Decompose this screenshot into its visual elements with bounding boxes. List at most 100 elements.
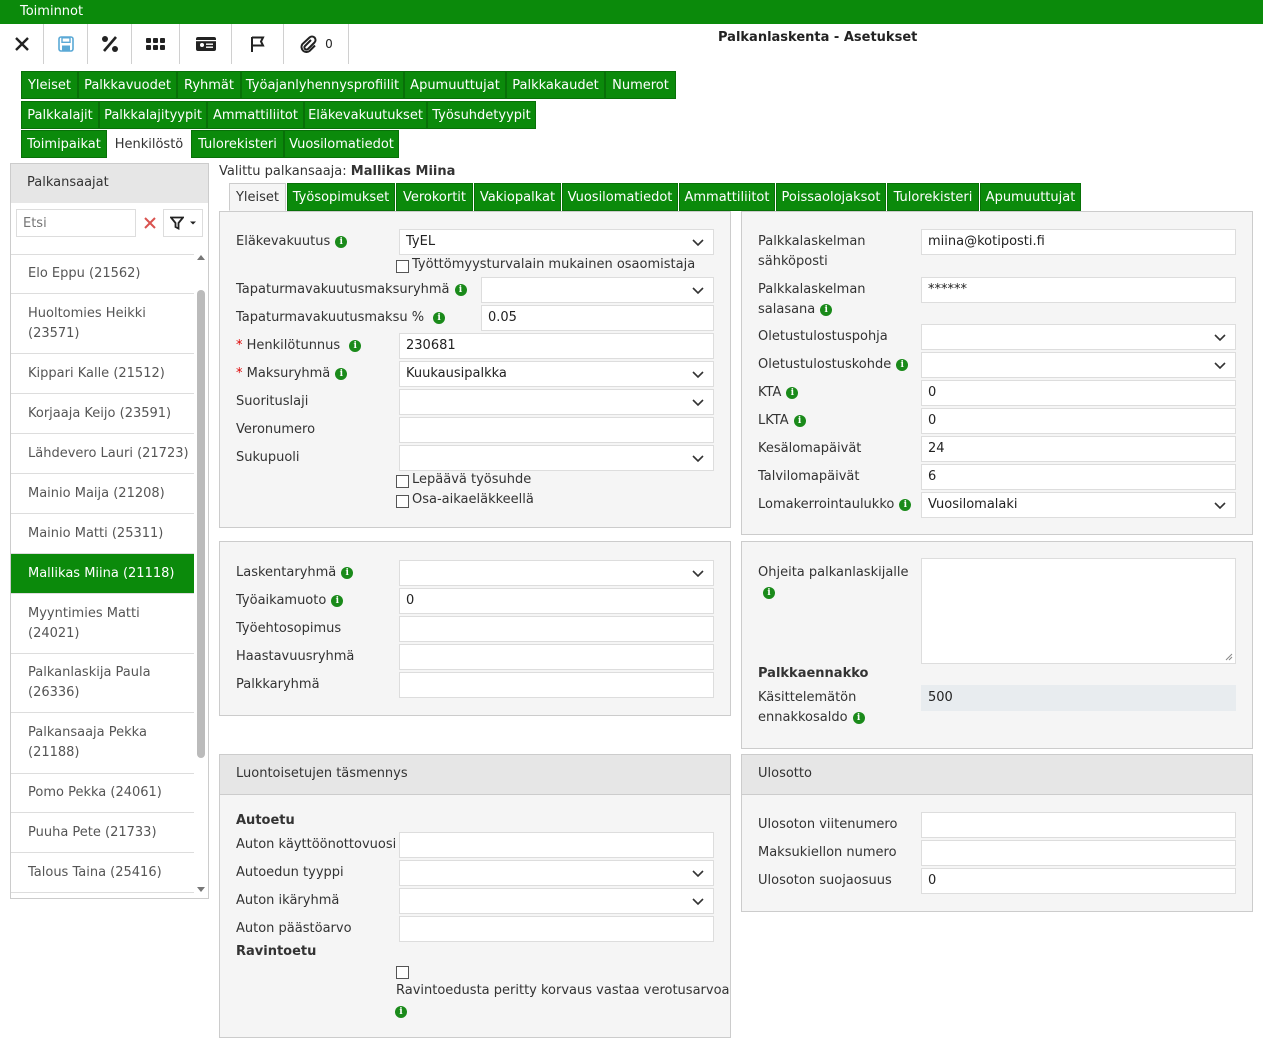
list-item[interactable]: Puuha Pete (21733) — [11, 813, 194, 853]
attachment-button[interactable]: 0 — [284, 24, 349, 64]
list-scrollbar[interactable] — [195, 254, 207, 894]
list-item[interactable]: Korjaaja Keijo (23591) — [11, 394, 194, 434]
tab-toimipaikat[interactable]: Toimipaikat — [21, 130, 107, 158]
tab-tyosuhdetyypit[interactable]: Työsuhdetyypit — [427, 101, 536, 129]
list-item[interactable]: Mainio Maija (21208) — [11, 474, 194, 514]
info-icon[interactable]: i — [335, 367, 348, 380]
subtab-yleiset[interactable]: Yleiset — [229, 183, 286, 211]
tab-elakevakuutukset[interactable]: Eläkevakuutukset — [304, 101, 427, 129]
maksuryhma-select[interactable]: Kuukausipalkka — [399, 361, 714, 387]
list-item-selected[interactable]: Mallikas Miina (21118) — [11, 554, 194, 594]
ika-select[interactable] — [399, 888, 714, 914]
list-item[interactable]: Pomo Pekka (24061) — [11, 774, 194, 813]
laskenta-select[interactable] — [399, 560, 714, 586]
tab-apumuuttujat[interactable]: Apumuuttujat — [404, 71, 506, 99]
subtab-vakiopalkat[interactable]: Vakiopalkat — [474, 183, 561, 211]
close-button[interactable] — [0, 24, 44, 64]
lkta-input[interactable]: 0 — [921, 408, 1236, 434]
scroll-thumb[interactable] — [197, 290, 205, 758]
tab-palkkalajityypit[interactable]: Palkkalajityypit — [99, 101, 207, 129]
hetu-input[interactable]: 230681 — [399, 333, 714, 359]
kohde-select[interactable] — [921, 352, 1236, 378]
list-item[interactable]: Elo Eppu (21562) — [11, 255, 194, 294]
palkka-input[interactable] — [399, 672, 714, 698]
subtab-vuosilomatiedot[interactable]: Vuosilomatiedot — [562, 183, 678, 211]
tab-numerot[interactable]: Numerot — [605, 71, 676, 99]
kielto-input[interactable] — [921, 840, 1236, 866]
scroll-up-icon[interactable] — [196, 254, 206, 261]
subtab-verokortit[interactable]: Verokortit — [396, 183, 473, 211]
filter-button[interactable] — [163, 209, 203, 237]
paasto-input[interactable] — [399, 916, 714, 942]
tab-ammattiliitot[interactable]: Ammattiliitot — [207, 101, 304, 129]
info-icon[interactable]: i — [763, 586, 775, 599]
resize-handle-icon[interactable] — [1225, 653, 1233, 661]
talvi-input[interactable]: 6 — [921, 464, 1236, 490]
tab-palkkakaudet[interactable]: Palkkakaudet — [506, 71, 605, 99]
subtab-tulorekisteri[interactable]: Tulorekisteri — [887, 183, 979, 211]
subtab-poissaolojaksot[interactable]: Poissaolojaksot — [776, 183, 886, 211]
tab-palkkavuodet[interactable]: Palkkavuodet — [78, 71, 177, 99]
tyyppi-select[interactable] — [399, 860, 714, 886]
tab-ryhmat[interactable]: Ryhmät — [177, 71, 241, 99]
pohja-select[interactable] — [921, 324, 1236, 350]
kta-input[interactable]: 0 — [921, 380, 1236, 406]
ohjeita-textarea[interactable] — [921, 558, 1236, 664]
tyottomyys-checkbox[interactable] — [396, 260, 409, 273]
list-item[interactable]: Lähdevero Lauri (21723) — [11, 434, 194, 474]
info-icon[interactable]: i — [341, 566, 354, 579]
tab-tulorekisteri[interactable]: Tulorekisteri — [191, 130, 284, 158]
info-icon[interactable]: i — [786, 386, 799, 399]
subtab-apumuuttujat[interactable]: Apumuuttujat — [980, 183, 1081, 211]
tab-yleiset[interactable]: Yleiset — [21, 71, 78, 99]
elakevakuutus-select[interactable]: TyEL — [399, 229, 714, 255]
password-input[interactable]: ****** — [921, 277, 1236, 303]
list-item[interactable]: Myyntimies Matti (24021) — [11, 594, 194, 654]
scroll-down-icon[interactable] — [196, 886, 206, 893]
tapaturmaryhma-select[interactable] — [481, 277, 714, 303]
kesa-input[interactable]: 24 — [921, 436, 1236, 462]
vuosi-input[interactable] — [399, 832, 714, 858]
list-item[interactable]: Palkansaaja Pekka (21188) — [11, 713, 194, 774]
save-button[interactable] — [44, 24, 88, 64]
list-item[interactable]: Talous Taina (25416) — [11, 853, 194, 893]
flag-button[interactable] — [232, 24, 284, 64]
info-icon[interactable]: i — [433, 311, 446, 324]
menu-toiminnot[interactable]: Toiminnot — [20, 4, 83, 19]
list-item[interactable]: Huoltomies Heikki (23571) — [11, 294, 194, 354]
search-input[interactable] — [16, 209, 136, 237]
sukupuoli-select[interactable] — [399, 445, 714, 471]
tapaturmamaksu-input[interactable]: 0.05 — [481, 305, 714, 331]
veronumero-input[interactable] — [399, 417, 714, 443]
apps-button[interactable] — [132, 24, 180, 64]
clear-search-button[interactable] — [138, 209, 162, 237]
info-icon[interactable]: i — [395, 1006, 407, 1018]
percent-button[interactable] — [88, 24, 132, 64]
tes-input[interactable] — [399, 616, 714, 642]
tab-tyoajanlyhennysprofiilit[interactable]: Työajanlyhennysprofiilit — [241, 71, 404, 99]
tab-palkkalajit[interactable]: Palkkalajit — [21, 101, 99, 129]
haasta-input[interactable] — [399, 644, 714, 670]
email-input[interactable]: miina@kotiposti.fi — [921, 229, 1236, 255]
lepaava-checkbox[interactable] — [396, 475, 409, 488]
suorituslaji-select[interactable] — [399, 389, 714, 415]
info-icon[interactable]: i — [820, 303, 833, 316]
list-item[interactable]: Mainio Matti (25311) — [11, 514, 194, 554]
tab-vuosilomatiedot[interactable]: Vuosilomatiedot — [284, 130, 399, 158]
info-icon[interactable]: i — [335, 235, 348, 248]
osaaika-checkbox[interactable] — [396, 495, 409, 508]
tab-henkilosto[interactable]: Henkilöstö — [107, 130, 191, 158]
tyoaika-input[interactable]: 0 — [399, 588, 714, 614]
menubar[interactable]: Toiminnot — [0, 0, 1263, 24]
info-icon[interactable]: i — [899, 498, 912, 511]
info-icon[interactable]: i — [349, 339, 362, 352]
info-icon[interactable]: i — [896, 358, 909, 371]
info-icon[interactable]: i — [331, 594, 344, 607]
id-card-button[interactable] — [180, 24, 232, 64]
subtab-ammattiliitot[interactable]: Ammattiliitot — [679, 183, 775, 211]
info-icon[interactable]: i — [852, 711, 865, 724]
subtab-tyosopimukset[interactable]: Työsopimukset — [287, 183, 395, 211]
list-item[interactable]: Kippari Kalle (21512) — [11, 354, 194, 394]
viite-input[interactable] — [921, 812, 1236, 838]
info-icon[interactable]: i — [454, 283, 467, 296]
